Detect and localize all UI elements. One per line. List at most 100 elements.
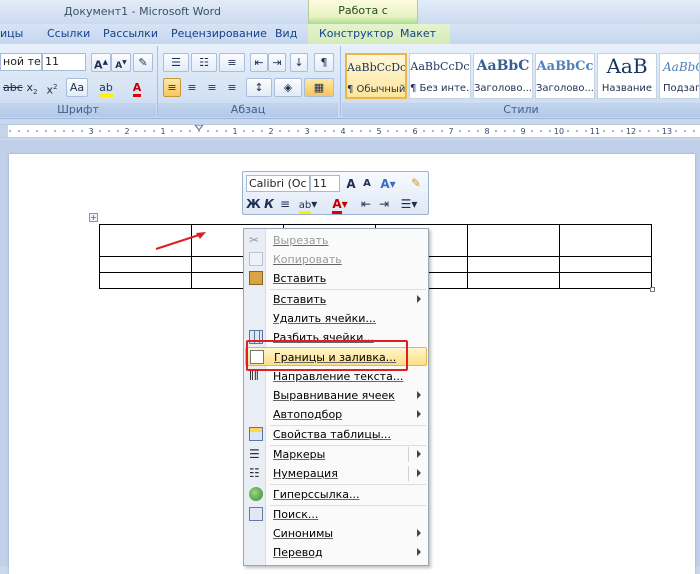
ribbon-tab-row: ицы Ссылки Рассылки Рецензирование Вид К… [0, 24, 700, 44]
menu-item-copy[interactable]: Копировать [245, 250, 427, 269]
shading-icon[interactable]: ◈ [274, 78, 302, 97]
tab-insert-partial[interactable]: ицы [0, 27, 23, 40]
ruler-label: 7 [448, 127, 453, 136]
font-size-field[interactable]: 11 [42, 53, 86, 71]
table-move-handle-icon[interactable]: + [89, 213, 98, 222]
ruler-label: 1 [160, 127, 165, 136]
table-properties-icon [249, 427, 263, 441]
menu-item-cell-alignment[interactable]: Выравнивание ячеек [245, 386, 427, 405]
font-color-icon[interactable]: A [124, 78, 150, 97]
ruler-label: 5 [376, 127, 381, 136]
indent-marker-icon[interactable] [194, 125, 204, 131]
style-heading-2[interactable]: AaBbCc Заголово... [535, 53, 595, 99]
submenu-arrow-icon [417, 391, 421, 399]
menu-item-autofit[interactable]: Автоподбор [245, 405, 427, 424]
highlight-icon[interactable]: ab [92, 78, 120, 97]
show-marks-icon[interactable]: ¶ [314, 53, 334, 72]
style-sample: AaBbC [663, 60, 699, 74]
mini-styles-icon[interactable]: A▾ [377, 176, 399, 192]
tab-design[interactable]: Конструктор [319, 27, 393, 40]
copy-icon [249, 252, 263, 266]
menu-item-label: Автоподбор [273, 408, 343, 421]
menu-item-numbering[interactable]: ☷ Нумерация [245, 464, 427, 483]
submenu-arrow-icon [417, 469, 421, 477]
decrease-indent-icon[interactable]: ⇤ [250, 53, 268, 72]
style-name: ¶ Без инте... [410, 83, 470, 94]
borders-icon[interactable]: ▦ [304, 78, 334, 97]
menu-item-insert[interactable]: Вставить [245, 290, 427, 309]
grow-font-button[interactable]: A▲ [91, 53, 111, 72]
style-no-spacing[interactable]: AaBbCcDc ¶ Без инте... [409, 53, 471, 99]
mini-bullets-icon[interactable]: ☰▾ [397, 196, 421, 212]
style-subtitle[interactable]: AaBbC Подзаго [659, 53, 700, 99]
multilevel-list-icon[interactable]: ≡ [219, 53, 245, 72]
mini-font-size-field[interactable]: 11 [310, 175, 340, 192]
menu-item-hyperlink[interactable]: Гиперссылка... [245, 485, 427, 504]
align-center-icon[interactable]: ≡ [183, 78, 201, 97]
numbering-icon: ☷ [249, 466, 260, 480]
horizontal-ruler[interactable]: 3 2 1 1 2 3 4 5 6 7 8 9 10 11 12 13 [0, 124, 700, 138]
menu-item-table-properties[interactable]: Свойства таблицы... [245, 425, 427, 444]
change-case-icon[interactable]: Aa [66, 78, 88, 97]
mini-decrease-indent-icon[interactable]: ⇤ [359, 196, 373, 212]
menu-item-label: Вставить [273, 272, 327, 285]
menu-item-label: Гиперссылка... [273, 488, 360, 501]
font-name-field[interactable]: ной те [0, 53, 42, 71]
tab-mailings[interactable]: Рассылки [103, 27, 158, 40]
menu-item-search[interactable]: Поиск... [245, 505, 427, 524]
table-resize-handle[interactable] [650, 287, 655, 292]
mini-font-name-field[interactable]: Calibri (Ос [246, 175, 310, 192]
mini-center-icon[interactable]: ≡ [278, 196, 292, 212]
mini-highlight-icon[interactable]: ab▾ [295, 196, 321, 214]
superscript-icon[interactable]: x2 [44, 78, 60, 97]
ruler-label: 2 [268, 127, 273, 136]
increase-indent-icon[interactable]: ⇥ [268, 53, 286, 72]
align-left-icon[interactable]: ≡ [163, 78, 181, 97]
ruler-label: 8 [484, 127, 489, 136]
tab-review[interactable]: Рецензирование [171, 27, 267, 40]
menu-item-translate[interactable]: Перевод [245, 543, 427, 562]
style-normal[interactable]: AaBbCcDc ¶ Обычный [345, 53, 407, 99]
styles-group-label: Стили [342, 103, 700, 117]
menu-item-paste[interactable]: Вставить [245, 269, 427, 288]
line-spacing-icon[interactable]: ↕ [246, 78, 272, 97]
submenu-arrow-icon [417, 410, 421, 418]
style-sample: AaBbCcDc [410, 60, 470, 73]
justify-icon[interactable]: ≡ [223, 78, 241, 97]
shrink-font-button[interactable]: A▼ [111, 53, 131, 72]
mini-italic-icon[interactable]: К [262, 196, 276, 212]
menu-item-label: Свойства таблицы... [273, 428, 391, 441]
tab-layout[interactable]: Макет [400, 27, 436, 40]
strikethrough-icon[interactable]: abc [2, 78, 23, 97]
menu-item-synonyms[interactable]: Синонимы [245, 524, 427, 543]
menu-item-delete-cells[interactable]: Удалить ячейки... [245, 309, 427, 328]
clear-format-icon[interactable]: ✎ [133, 53, 153, 72]
sort-icon[interactable]: ↓ [290, 53, 308, 72]
tab-references[interactable]: Ссылки [47, 27, 90, 40]
style-title[interactable]: AaB Название [597, 53, 657, 99]
font-group-label: Шрифт [0, 103, 156, 117]
ruler-label: 3 [88, 127, 93, 136]
ruler-label: 9 [520, 127, 525, 136]
mini-toolbar: Calibri (Ос 11 A A A▾ ✎ Ж К ≡ ab▾ A▾ ⇤ ⇥… [242, 171, 429, 215]
mini-font-color-icon[interactable]: A▾ [327, 196, 353, 214]
submenu-arrow-icon [417, 529, 421, 537]
mini-grow-font-icon[interactable]: A [344, 176, 358, 192]
style-name: Заголово... [474, 83, 532, 94]
mini-bold-icon[interactable]: Ж [246, 196, 261, 212]
split-separator [408, 447, 409, 462]
tab-view[interactable]: Вид [275, 27, 297, 40]
subscript-icon[interactable]: x2 [24, 78, 40, 97]
menu-item-cut[interactable]: ✂ Вырезать [245, 231, 427, 250]
numbering-icon[interactable]: ☷ [191, 53, 217, 72]
menu-item-bullets[interactable]: ☰ Маркеры [245, 445, 427, 464]
style-heading-1[interactable]: AaBbC Заголово... [473, 53, 533, 99]
style-sample: AaBbCcDc [347, 61, 405, 74]
mini-increase-indent-icon[interactable]: ⇥ [377, 196, 391, 212]
mini-format-painter-icon[interactable]: ✎ [407, 175, 425, 191]
bullets-icon[interactable]: ☰ [163, 53, 189, 72]
mini-shrink-font-icon[interactable]: A [360, 176, 374, 192]
align-right-icon[interactable]: ≡ [203, 78, 221, 97]
ruler-label: 12 [626, 127, 636, 136]
submenu-arrow-icon [417, 548, 421, 556]
